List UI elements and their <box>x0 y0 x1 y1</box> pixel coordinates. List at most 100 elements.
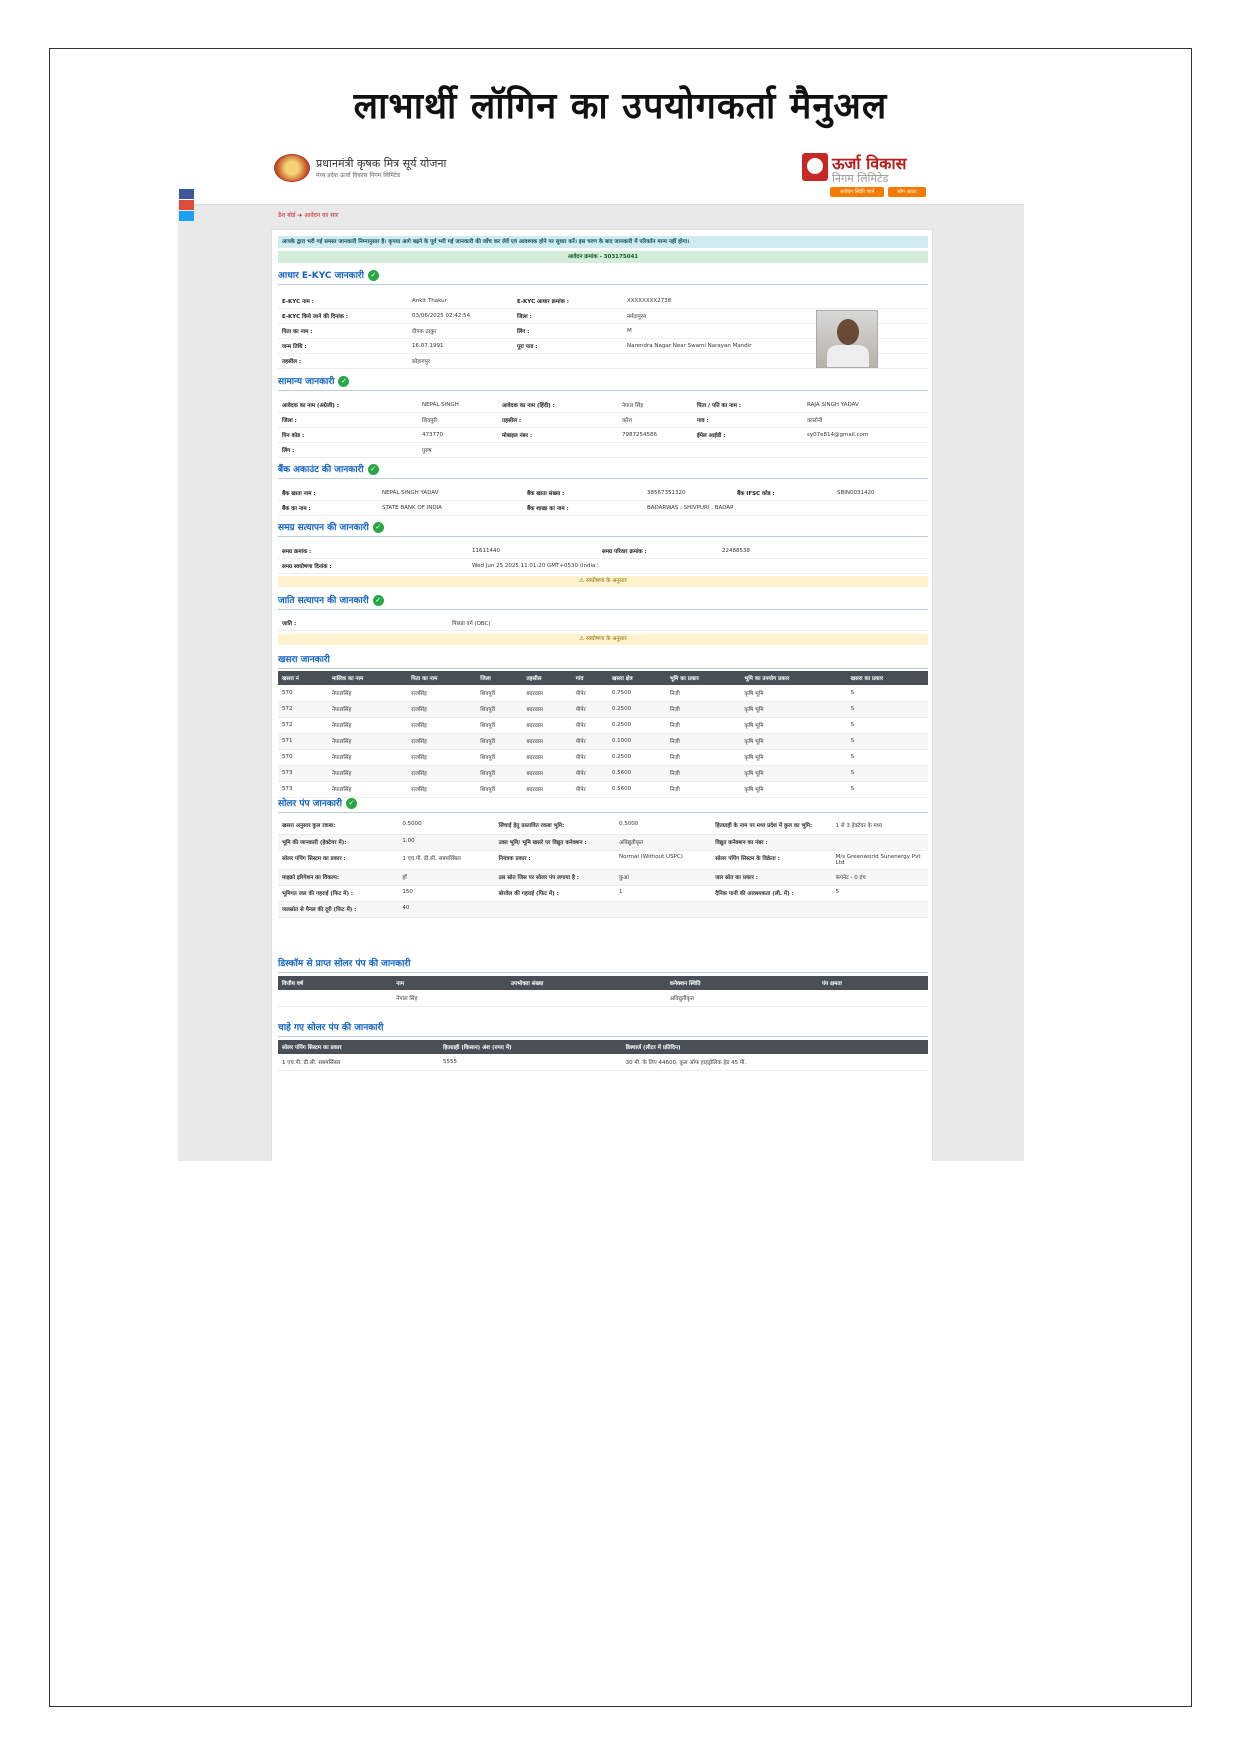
field-label: खसरा अनुसार कुल रकबा: <box>278 818 399 835</box>
field-value: हाँ <box>398 869 495 886</box>
table-cell <box>818 990 928 1007</box>
table-cell: राजसिंह <box>407 765 477 782</box>
field-value: करैरा <box>622 418 633 424</box>
table-cell: शिवपुरी <box>476 733 523 750</box>
field-label: लिंग : <box>282 448 295 454</box>
info-row: पिन कोड : 473770 मोबाइल नंबर : 7987254586 ईम… <box>278 428 928 443</box>
samagra-warning: ⚠ स्वघोषणा के अनुसार <box>278 576 928 587</box>
field-label: समग्र स्वघोषणा दिनांक : <box>282 564 332 570</box>
table-cell: S <box>846 781 928 798</box>
table-cell: कृषि भूमि <box>740 701 847 718</box>
table-cell: 0.5600 <box>607 765 666 782</box>
field-value: 03/06/2025 02:42:54 <box>412 313 471 319</box>
field-label: लिंग : <box>517 329 530 335</box>
twitter-icon[interactable] <box>179 211 194 221</box>
field-value: शिवपुरी <box>422 418 438 424</box>
section-khasra: खसरा जानकारी <box>278 652 928 669</box>
desired-pump-table: सोलर पंपिंग सिस्टम का प्रकार हितग्राही (क… <box>278 1040 928 1071</box>
column-header: जिला <box>476 671 523 685</box>
general-grid: आवेदक का नाम (अंग्रेजी) : NEPAL SINGH आवेद… <box>278 398 928 458</box>
table-cell: शिवपुरी <box>476 749 523 766</box>
table-cell: निजी <box>665 717 741 734</box>
table-cell: कृषि भूमि <box>740 749 847 766</box>
field-label: आवेदक का नाम (अंग्रेजी) : <box>282 403 339 409</box>
field-label: जलस्रोत से पैनल की दूरी (फिट में) : <box>278 901 399 918</box>
field-value: 11611440 <box>472 548 500 554</box>
document-title: लाभार्थी लॉगिन का उपयोगकर्ता मैनुअल <box>353 86 888 127</box>
field-label: आवेदक का नाम (हिंदी) : <box>502 403 555 409</box>
field-value: SBIN0031420 <box>837 490 875 496</box>
table-cell: 572 <box>278 701 328 718</box>
field-value: XXXXXXXX2738 <box>627 298 672 304</box>
field-label: बैंक खाता संख्या : <box>527 491 565 497</box>
info-alert: आपके द्वारा भरी गई समस्त जानकारी निम्नान… <box>278 236 928 248</box>
field-value: कालोनी <box>807 418 823 424</box>
table-cell: कृषि भूमि <box>740 765 847 782</box>
field-label: सिंचाई हेतु प्रस्तावित रकबा भूमि: <box>494 818 615 835</box>
column-header: खसरा का प्रकार <box>846 671 928 685</box>
info-row: जिला : शिवपुरी तहसील : करैरा गाव : कालोनी <box>278 413 928 428</box>
table-row: 572 नेपालसिंह राजसिंह शिवपुरी बदरवास पीपेर 0.2… <box>278 717 928 734</box>
field-label: बैंक का नाम : <box>282 506 311 512</box>
check-icon: ✓ <box>338 376 350 387</box>
status-button[interactable]: आवेदन स्थिति जानें <box>830 187 884 197</box>
field-label: नियंत्रक प्रकार : <box>494 850 615 870</box>
section-discom: डिस्कॉम से प्राप्त सोलर पंप की जानकारी <box>278 956 928 973</box>
urja-logo-icon <box>802 153 828 181</box>
field-value: कंपनेट - 0 इंच <box>831 869 928 886</box>
column-header: मालिक का नाम <box>327 671 408 685</box>
field-value: कुआं <box>615 869 712 886</box>
table-cell: S <box>846 733 928 750</box>
table-cell: पीपेर <box>571 701 608 718</box>
field-label: माइक्रो इरिगेशन का विकल्प: <box>278 869 399 886</box>
caste-warning: ⚠ स्वघोषणा के अनुसार <box>278 634 928 645</box>
field-label: बैंक खाता नाम : <box>282 491 316 497</box>
scheme-name: प्रधानमंत्री कृषक मित्र सूर्य योजना <box>316 157 447 170</box>
breadcrumb[interactable]: डैश बोर्ड ➜ आवेदन का सार <box>278 211 338 219</box>
table-cell: नेपालसिंह <box>327 733 408 750</box>
info-row: बैंक का नाम : STATE BANK OF INDIA बैंक शाख… <box>278 501 928 516</box>
column-header: पिता का नाम <box>407 671 477 685</box>
table-cell: पीपेर <box>571 781 608 798</box>
info-row: समग्र स्वघोषणा दिनांक : Wed Jun 25 2025 1… <box>278 559 928 574</box>
column-header: डिस्चार्ज (लीटर में प्रतिदिन) <box>621 1040 928 1054</box>
table-row: 572 नेपालसिंह राजसिंह शिवपुरी बदरवास पीपेर 0.2… <box>278 701 928 718</box>
field-value: STATE BANK OF INDIA <box>382 505 442 511</box>
table-cell: कृषि भूमि <box>740 781 847 798</box>
field-value: नेपाल सिंह <box>622 403 644 409</box>
field-label: जिला : <box>282 418 297 424</box>
logout-button[interactable]: लॉग आउट <box>888 187 926 197</box>
table-cell: 5555 <box>439 1054 622 1071</box>
khasra-table: खसरा नं मालिक का नाम पिता का नाम जिला तहसील ग… <box>278 671 928 798</box>
table-row: भूमिगत जल की गहराई (फिट में) :150 बोरवेल … <box>278 885 928 902</box>
table-cell: शिवपुरी <box>476 717 523 734</box>
table-row: 573 नेपालसिंह राजसिंह शिवपुरी बदरवास पीपेर 0.5… <box>278 765 928 782</box>
bank-grid: बैंक खाता नाम : NEPAL SINGH YADAV बैंक खात… <box>278 486 928 516</box>
field-value <box>831 901 928 918</box>
field-value <box>831 834 928 851</box>
table-cell: 573 <box>278 765 328 782</box>
field-value: 5 <box>831 885 928 902</box>
field-label: E-KYC आधार क्रमांक : <box>517 299 569 305</box>
table-cell: शिवपुरी <box>476 685 523 702</box>
table-cell: 0.2500 <box>607 749 666 766</box>
table-cell: पीपेर <box>571 749 608 766</box>
urja-subtitle: निगम लिमिटेड <box>832 172 889 185</box>
table-cell: नेपालसिंह <box>327 781 408 798</box>
table-row: नेपाल सिंह अविद्युतीकृत <box>278 990 928 1007</box>
column-header: खसरा क्षेत्र <box>607 671 666 685</box>
table-cell: 30 मी. के लिए 44600, कुल ऑफ हाइड्रोलिक ह… <box>621 1054 928 1071</box>
field-label: भूमिगत जल की गहराई (फिट में) : <box>278 885 399 902</box>
field-label: पिता / पति का नाम : <box>697 403 741 409</box>
table-cell: निजी <box>665 733 741 750</box>
facebook-icon[interactable] <box>179 189 194 199</box>
table-cell: 0.7500 <box>607 685 666 702</box>
youtube-icon[interactable] <box>179 200 194 210</box>
field-label: जन्म तिथि : <box>282 344 307 350</box>
field-label: दैनिक पानी की आवश्यकता (ली. में) : <box>711 885 832 902</box>
field-label: जाति : <box>282 621 297 627</box>
section-aadhaar: आधार E-KYC जानकारी ✓ <box>278 268 928 285</box>
field-label: E-KYC किये जाने की दिनांक : <box>282 314 348 320</box>
field-value: Normal (Without USPC) <box>615 850 712 870</box>
field-value: 150 <box>398 885 495 902</box>
